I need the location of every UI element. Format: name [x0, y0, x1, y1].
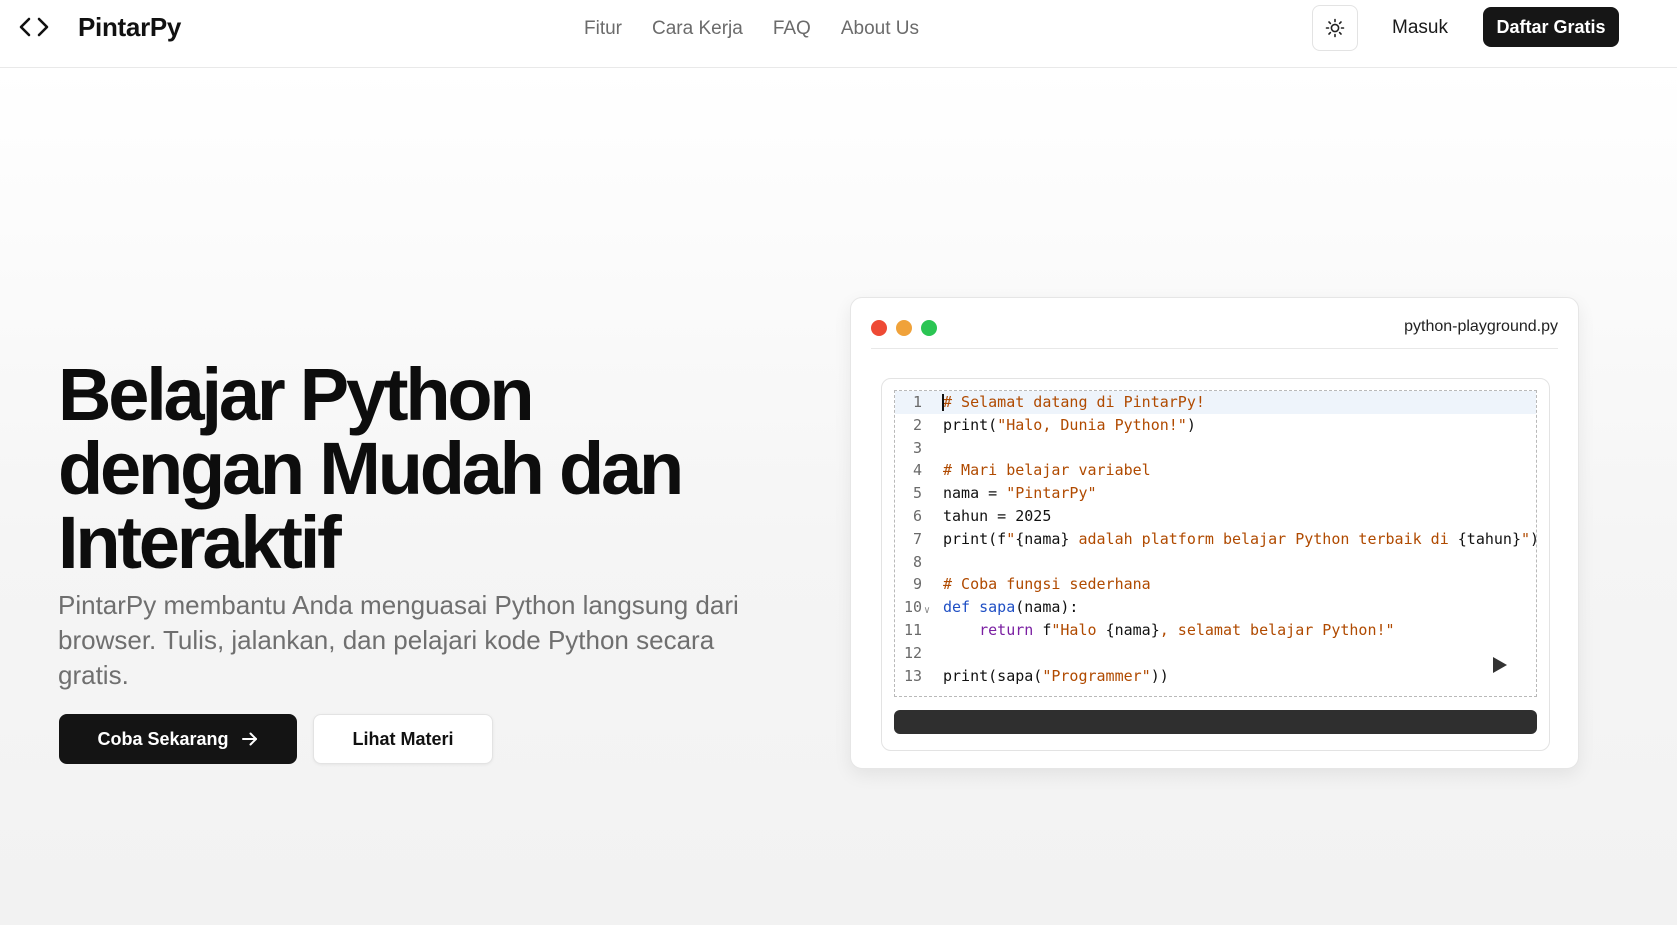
code-text: print(f"{nama} adalah platform belajar P… [943, 529, 1536, 548]
code-line[interactable]: 4 # Mari belajar variabel [895, 459, 1536, 482]
close-dot [871, 320, 887, 336]
nav-link-fitur[interactable]: Fitur [584, 18, 622, 40]
line-number: 8 [912, 552, 922, 571]
code-line[interactable]: 9 # Coba fungsi sederhana [895, 573, 1536, 596]
card-divider [871, 348, 1558, 349]
code-text: print(sapa("Programmer")) [943, 666, 1169, 685]
line-number: 5 [912, 484, 922, 503]
hero-title-line: dengan Mudah dan [58, 427, 684, 510]
try-now-label: Coba Sekarang [97, 728, 229, 749]
code-text: # Coba fungsi sederhana [943, 575, 1151, 594]
text-caret [942, 394, 944, 411]
line-number: 3 [912, 438, 922, 457]
output-console [894, 710, 1537, 734]
nav-link-faq[interactable]: FAQ [773, 18, 811, 40]
line-number: 9 [912, 575, 922, 594]
filename-label: python-playground.py [1404, 318, 1558, 335]
code-text: # Mari belajar variabel [943, 461, 1151, 480]
line-number: 11 [903, 620, 922, 639]
nav-link-about-us[interactable]: About Us [841, 18, 919, 40]
line-number: 10 [903, 598, 922, 617]
arrow-right-icon [241, 732, 257, 746]
code-line[interactable]: 11 return f"Halo {nama}, selamat belajar… [895, 619, 1536, 642]
run-button[interactable] [1492, 656, 1508, 674]
play-icon [1493, 657, 1507, 673]
view-material-button[interactable]: Lihat Materi [313, 714, 493, 764]
code-line[interactable]: 2 print("Halo, Dunia Python!") [895, 414, 1536, 437]
code-line[interactable]: 7 print(f"{nama} adalah platform belajar … [895, 528, 1536, 551]
code-line[interactable]: 10 ∨ def sapa(nama): [895, 596, 1536, 619]
code-text: return f"Halo {nama}, selamat belajar Py… [979, 620, 1395, 639]
code-line[interactable]: 5 nama = "PintarPy" [895, 482, 1536, 505]
code-line[interactable]: 13 print(sapa("Programmer")) [895, 665, 1536, 688]
code-text: tahun = 2025 [943, 506, 1052, 525]
line-number: 12 [903, 643, 922, 662]
login-link[interactable]: Masuk [1392, 17, 1448, 39]
code-editor[interactable]: 1 # Selamat datang di PintarPy! 2 print("Ha… [894, 390, 1537, 697]
line-number: 2 [912, 415, 922, 434]
editor-container: 1 # Selamat datang di PintarPy! 2 print("Ha… [881, 378, 1550, 751]
code-line[interactable]: 8 [895, 551, 1536, 574]
site-header: PintarPy Fitur Cara Kerja FAQ About Us M… [0, 0, 1677, 68]
minimize-dot [896, 320, 912, 336]
window-controls [871, 320, 937, 336]
hero-title-line: Belajar Python [58, 353, 535, 436]
code-line[interactable]: 3 [895, 437, 1536, 460]
try-now-button[interactable]: Coba Sekarang [59, 714, 297, 764]
maximize-dot [921, 320, 937, 336]
python-playground-card: python-playground.py 1 # Selamat datang d… [850, 297, 1579, 769]
code-text: nama = "PintarPy" [943, 484, 1097, 503]
hero-subtitle: PintarPy membantu Anda menguasai Python … [58, 590, 739, 690]
nav-link-cara-kerja[interactable]: Cara Kerja [652, 18, 743, 40]
brand-name[interactable]: PintarPy [78, 12, 181, 43]
code-line[interactable]: 6 tahun = 2025 [895, 505, 1536, 528]
signup-button[interactable]: Daftar Gratis [1483, 7, 1619, 47]
code-text: def sapa(nama): [943, 598, 1079, 617]
code-brackets-icon[interactable] [18, 14, 50, 40]
line-number: 6 [912, 506, 922, 525]
hero-title: Belajar Python dengan Mudah dan Interakt… [58, 358, 778, 580]
line-number: 13 [903, 666, 922, 685]
code-line[interactable]: 1 # Selamat datang di PintarPy! [895, 391, 1536, 414]
code-line[interactable]: 12 [895, 642, 1536, 665]
code-text: # Selamat datang di PintarPy! [943, 393, 1205, 411]
line-number: 1 [912, 393, 922, 411]
sun-icon [1325, 18, 1345, 38]
main-nav: Fitur Cara Kerja FAQ About Us [584, 18, 919, 40]
line-number: 7 [912, 529, 922, 548]
theme-toggle-button[interactable] [1312, 5, 1358, 51]
line-number: 4 [912, 461, 922, 480]
code-text: print("Halo, Dunia Python!") [943, 415, 1196, 434]
hero-section: Belajar Python dengan Mudah dan Interakt… [0, 68, 1677, 925]
hero-title-line: Interaktif [58, 501, 342, 584]
